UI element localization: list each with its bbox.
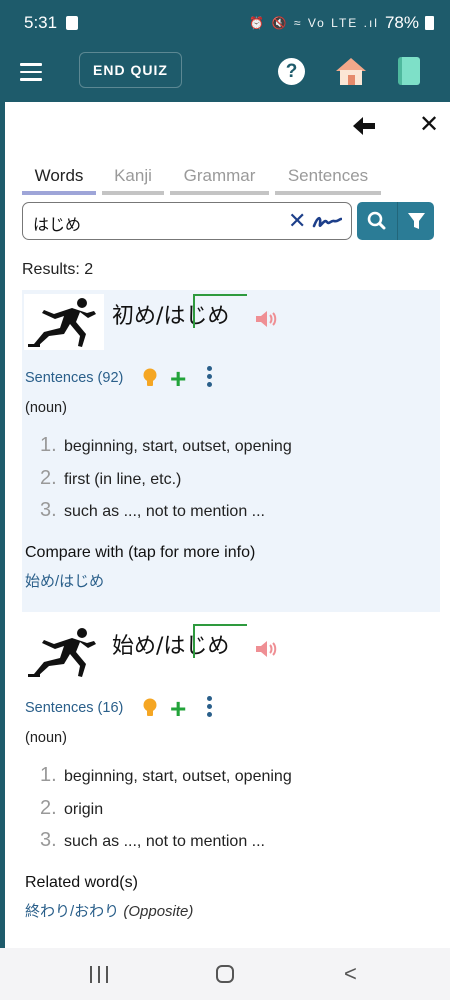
- word-entry[interactable]: 初め/はじめ Sentences (92) + (noun) 1. beginni…: [22, 290, 440, 612]
- handwriting-icon[interactable]: [312, 212, 342, 232]
- lightbulb-icon[interactable]: [143, 368, 157, 388]
- filter-icon: [408, 213, 425, 229]
- word-entry[interactable]: 始め/はじめ Sentences (16) + (noun) 1. beginni…: [22, 620, 440, 930]
- search-input[interactable]: はじめ ✕: [22, 202, 352, 240]
- filter-button[interactable]: [397, 202, 434, 240]
- tab-kanji[interactable]: Kanji: [102, 166, 164, 195]
- definition-list: 1. beginning, start, outset, opening 2. or…: [40, 764, 292, 862]
- definition-item: 3. such as ..., not to mention ...: [40, 499, 265, 521]
- speaker-icon[interactable]: [254, 638, 278, 660]
- lightbulb-icon[interactable]: [143, 698, 157, 718]
- add-icon[interactable]: +: [170, 695, 186, 723]
- pitch-accent-line: [193, 624, 247, 658]
- menu-icon[interactable]: [20, 63, 42, 81]
- related-word-link[interactable]: 始め/はじめ: [25, 570, 104, 591]
- related-title: Compare with (tap for more info): [25, 544, 256, 561]
- pitch-accent-line: [193, 294, 247, 328]
- sentences-link[interactable]: Sentences (16): [25, 700, 123, 716]
- status-right: ⏰ 🔇 ≈ Vo LTE .ıl 78%: [249, 13, 434, 33]
- sentences-link[interactable]: Sentences (92): [25, 370, 123, 386]
- search-icon: [367, 211, 386, 230]
- tab-sentences[interactable]: Sentences: [275, 166, 381, 195]
- home-nav-icon[interactable]: [216, 965, 234, 983]
- battery-percent: 78%: [384, 13, 419, 32]
- battery-icon: [425, 16, 434, 30]
- definition-item: 2. origin: [40, 796, 104, 819]
- status-bar: 5:31 ⏰ 🔇 ≈ Vo LTE .ıl 78%: [0, 0, 450, 46]
- search-value[interactable]: はじめ: [33, 211, 81, 235]
- more-options-icon[interactable]: [207, 366, 213, 388]
- clear-search-icon[interactable]: ✕: [288, 209, 306, 233]
- close-icon[interactable]: ✕: [419, 112, 439, 138]
- tab-grammar[interactable]: Grammar: [170, 166, 269, 195]
- results-count: Results: 2: [22, 261, 94, 278]
- definition-item: 3. such as ..., not to mention ...: [40, 829, 265, 851]
- part-of-speech: (noun): [25, 730, 67, 746]
- tab-words[interactable]: Words: [22, 166, 96, 195]
- related-word-link[interactable]: 終わり/おわり (Opposite): [25, 900, 193, 921]
- definition-item: 2. first (in line, etc.): [40, 466, 182, 489]
- runner-icon: [24, 294, 104, 350]
- home-icon[interactable]: [334, 56, 368, 86]
- search-button[interactable]: [357, 202, 397, 240]
- definition-item: 1. beginning, start, outset, opening: [40, 434, 292, 456]
- status-icons: ⏰ 🔇 ≈ Vo LTE .ıl: [249, 16, 379, 30]
- back-arrow-icon[interactable]: [353, 116, 375, 136]
- related-title: Related word(s): [25, 874, 138, 891]
- book-icon[interactable]: [398, 57, 420, 85]
- runner-icon: [24, 624, 104, 680]
- definition-item: 1. beginning, start, outset, opening: [40, 764, 292, 786]
- status-time: 5:31: [24, 13, 58, 32]
- help-icon[interactable]: ?: [278, 58, 305, 85]
- part-of-speech: (noun): [25, 400, 67, 416]
- app-bar: END QUIZ ?: [0, 46, 450, 102]
- speaker-icon[interactable]: [254, 308, 278, 330]
- dictionary-panel: ✕ Words Kanji Grammar Sentences はじめ ✕ Re…: [5, 102, 450, 948]
- notification-check-icon: [66, 16, 78, 30]
- related-note: (Opposite): [123, 903, 194, 920]
- search-tabs: Words Kanji Grammar Sentences: [22, 166, 381, 195]
- more-options-icon[interactable]: [207, 696, 213, 718]
- back-nav-icon[interactable]: <: [344, 963, 357, 985]
- system-nav-bar: <: [0, 948, 450, 1000]
- definition-list: 1. beginning, start, outset, opening 2. fi…: [40, 434, 292, 532]
- end-quiz-button[interactable]: END QUIZ: [79, 52, 182, 88]
- recent-apps-icon[interactable]: [90, 966, 108, 983]
- add-icon[interactable]: +: [170, 365, 186, 393]
